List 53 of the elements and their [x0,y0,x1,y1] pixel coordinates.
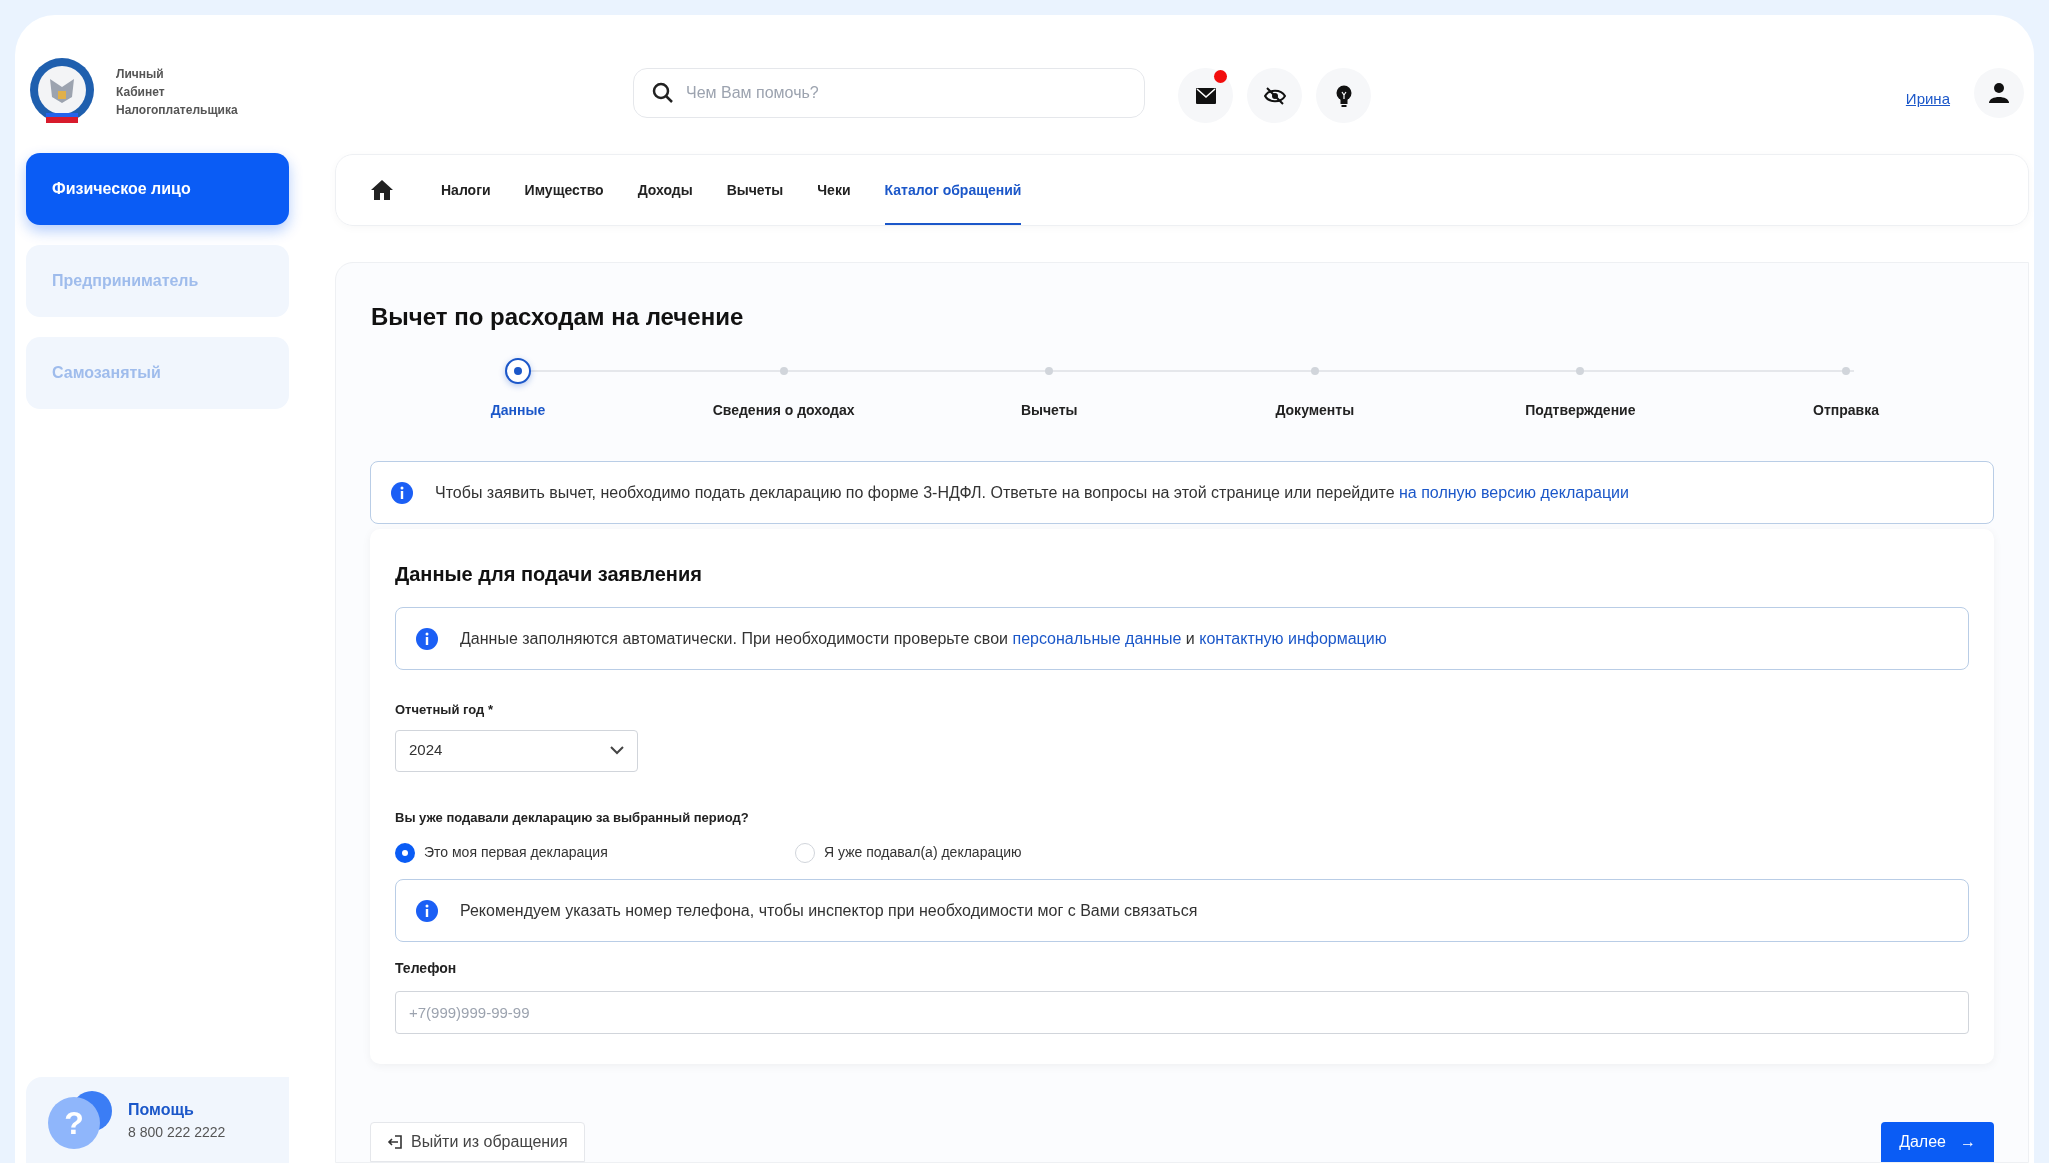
radio-label: Это моя первая декларация [424,843,608,862]
page-title: Вычет по расходам на лечение [371,302,745,332]
info-icon [416,899,438,922]
user-icon [1988,82,2010,104]
search-icon [652,82,674,104]
brand-text: Кабинет [116,84,166,101]
field-label: Отчетный год * [395,701,494,719]
phone-field[interactable]: +7(999)999-99-99 [395,991,1969,1034]
brand-text: Личный [116,66,165,83]
nav-tab[interactable]: Имущество [524,155,604,225]
step-label[interactable]: Данные [490,400,546,421]
help-title: Помощь [128,1099,195,1120]
next-button[interactable]: Далее → [1881,1122,1994,1162]
nav-tab[interactable]: Налоги [441,155,491,225]
user-name-link[interactable]: Ирина [1905,88,1950,111]
question-label: Вы уже подавали декларацию за выбранный период? [395,808,750,827]
envelope-icon [1195,87,1216,104]
nav-tab[interactable]: Чеки [817,155,851,225]
step-label[interactable]: Подтверждение [1525,400,1636,421]
eye-slash-icon [1263,86,1286,105]
radio-button[interactable] [795,842,815,863]
radio-button[interactable] [395,842,415,863]
nav-tab[interactable]: Доходы [637,155,693,225]
info-text: Данные заполняются автоматически. При необходимости проверьте свои персональные данные и контактную информацию [460,628,1387,649]
search-field[interactable]: Чем Вам помочь? [633,68,1145,118]
lightbulb-icon [1335,84,1352,107]
year-select[interactable]: 2024 [395,729,638,772]
step-label[interactable]: Сведения о доходах [712,400,855,421]
help-card[interactable]: ? Помощь 8 800 222 2222 [26,1077,289,1163]
brand-text: Налогоплательщика [116,102,238,119]
info-text: Рекомендуем указать номер телефона, чтобы инспектор при необходимости мог с Вами связаться [460,900,1198,921]
chevron-down-icon [610,746,624,755]
help-phone: 8 800 222 2222 [128,1122,226,1142]
nav-tab[interactable]: Каталог обращений [884,155,1022,225]
exit-button[interactable]: Выйти из обращения [370,1122,585,1162]
info-icon [391,481,413,504]
text-link[interactable]: на полную версию декларации [1399,483,1629,501]
text-link[interactable]: персональные данные [1012,629,1182,647]
info-text: Чтобы заявить вычет, необходимо подать декларацию по форме 3-НДФЛ. Ответьте на вопросы на этой странице или перейдите на полную версию декларации [435,482,1629,503]
profile-button[interactable] [1974,68,2024,118]
search-input[interactable]: Чем Вам помочь? [686,73,1126,113]
step-label[interactable]: Отправка [1813,400,1879,421]
text-link[interactable]: контактную информацию [1199,629,1387,647]
step-label[interactable]: Вычеты [1020,400,1078,421]
sidebar-item[interactable]: Физическое лицо [26,153,289,225]
nav-tab[interactable]: Вычеты [726,155,784,225]
info-icon [416,627,438,650]
form-title: Данные для подачи заявления [395,562,703,587]
field-label: Телефон [395,959,458,978]
step-label[interactable]: Документы [1275,400,1355,421]
exit-icon [387,1134,403,1150]
home-icon[interactable] [371,179,393,201]
radio-label: Я уже подавал(а) декларацию [824,843,1022,862]
